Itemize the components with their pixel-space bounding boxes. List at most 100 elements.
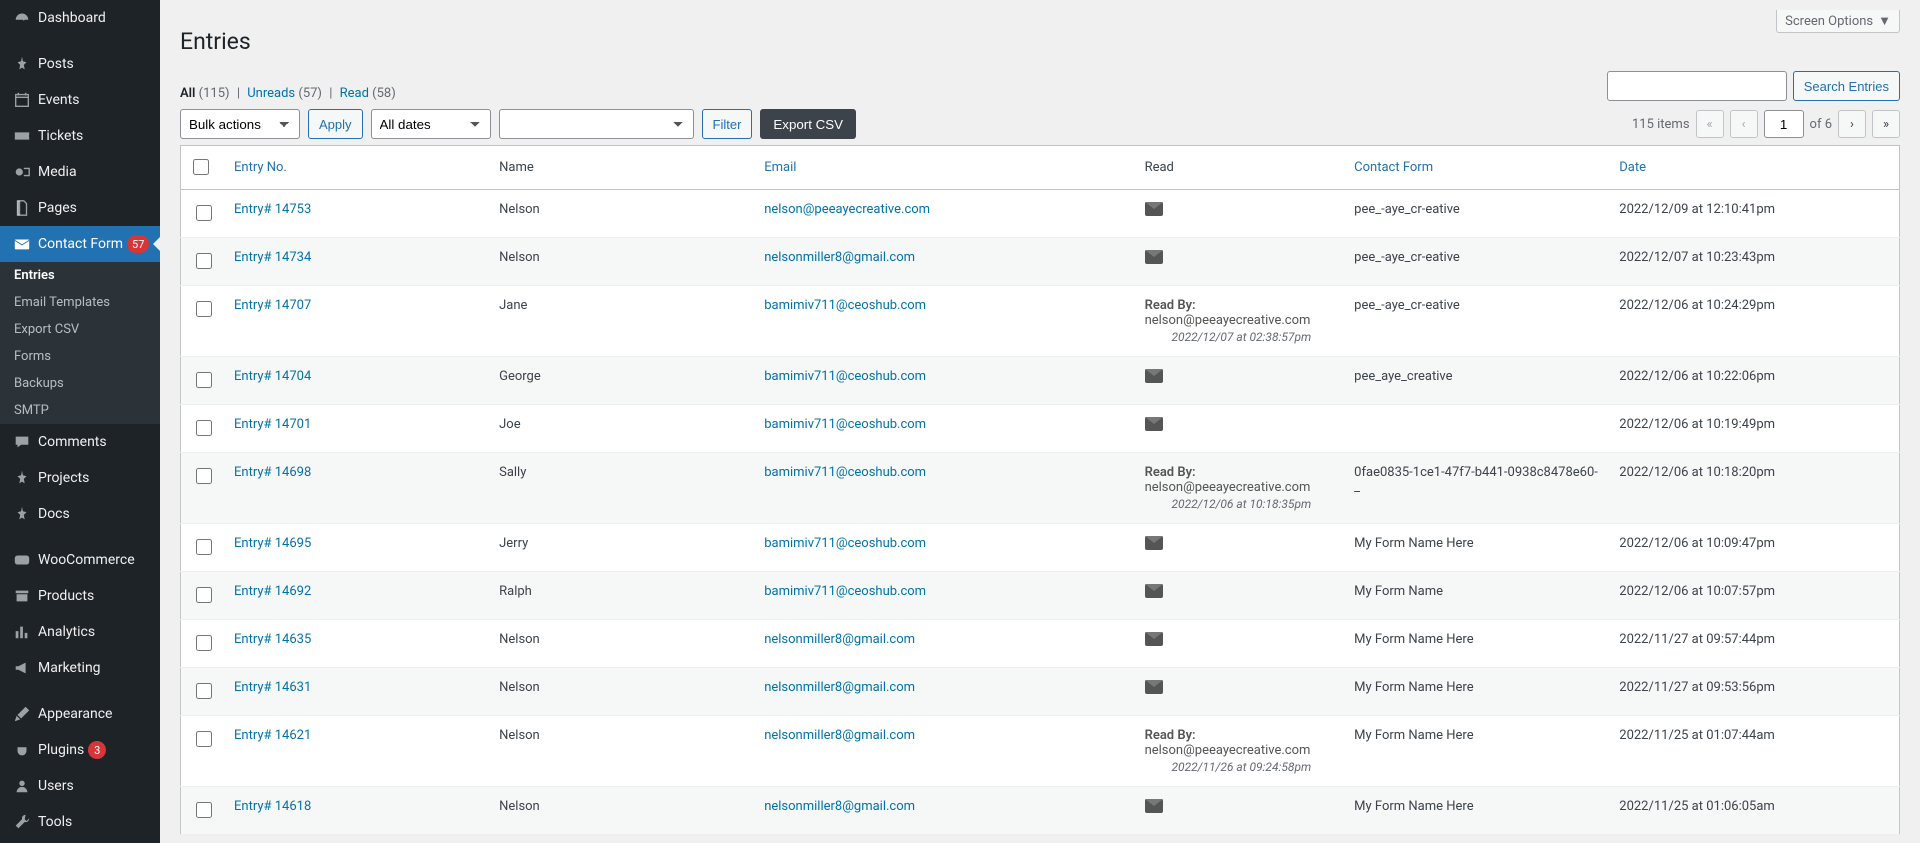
table-row: Entry# 14621Nelsonnelsonmiller8@gmail.co… bbox=[181, 716, 1900, 787]
submenu-item-smtp[interactable]: SMTP bbox=[0, 397, 160, 424]
search-input[interactable] bbox=[1607, 71, 1787, 101]
select-all-checkbox[interactable] bbox=[193, 159, 209, 175]
sidebar-item-projects[interactable]: Projects bbox=[0, 460, 160, 496]
filter-button[interactable]: Filter bbox=[702, 109, 753, 139]
table-row: Entry# 14635Nelsonnelsonmiller8@gmail.co… bbox=[181, 620, 1900, 668]
filter-read[interactable]: Read bbox=[340, 86, 369, 101]
submenu-item-backups[interactable]: Backups bbox=[0, 370, 160, 397]
screen-options-toggle[interactable]: Screen Options ▼ bbox=[1776, 10, 1900, 33]
filter-unreads[interactable]: Unreads bbox=[247, 86, 295, 101]
sidebar-item-docs[interactable]: Docs bbox=[0, 496, 160, 532]
sidebar-item-woocommerce[interactable]: WooCommerce bbox=[0, 542, 160, 578]
sidebar-item-media[interactable]: Media bbox=[0, 154, 160, 190]
entry-name: Nelson bbox=[491, 668, 756, 716]
email-link[interactable]: bamimiv711@ceoshub.com bbox=[764, 584, 926, 599]
row-checkbox[interactable] bbox=[196, 420, 212, 436]
sidebar-item-plugins[interactable]: Plugins3 bbox=[0, 732, 160, 768]
email-link[interactable]: nelsonmiller8@gmail.com bbox=[764, 728, 915, 743]
entry-link[interactable]: Entry# 14698 bbox=[234, 465, 311, 480]
email-link[interactable]: nelson@peeayecreative.com bbox=[764, 202, 930, 217]
row-checkbox[interactable] bbox=[196, 587, 212, 603]
current-page-input[interactable] bbox=[1764, 110, 1804, 138]
last-page-button[interactable]: » bbox=[1872, 110, 1900, 138]
next-page-button[interactable]: › bbox=[1838, 110, 1866, 138]
entry-link[interactable]: Entry# 14692 bbox=[234, 584, 311, 599]
pages-icon bbox=[12, 198, 32, 218]
column-contact-form[interactable]: Contact Form bbox=[1354, 160, 1433, 175]
sidebar-item-tools[interactable]: Tools bbox=[0, 804, 160, 840]
email-link[interactable]: nelsonmiller8@gmail.com bbox=[764, 250, 915, 265]
email-link[interactable]: bamimiv711@ceoshub.com bbox=[764, 298, 926, 313]
sidebar-item-dashboard[interactable]: Dashboard bbox=[0, 0, 160, 36]
row-checkbox[interactable] bbox=[196, 468, 212, 484]
entry-link[interactable]: Entry# 14701 bbox=[234, 417, 311, 432]
row-checkbox[interactable] bbox=[196, 372, 212, 388]
search-box: Search Entries bbox=[1607, 71, 1900, 101]
entry-link[interactable]: Entry# 14707 bbox=[234, 298, 311, 313]
sidebar-item-label: Events bbox=[38, 92, 79, 108]
prev-page-button[interactable]: ‹ bbox=[1730, 110, 1758, 138]
entry-form: pee_aye_creative bbox=[1346, 357, 1611, 405]
sidebar-item-label: Comments bbox=[38, 434, 107, 450]
column-email[interactable]: Email bbox=[764, 160, 796, 175]
row-checkbox[interactable] bbox=[196, 731, 212, 747]
email-link[interactable]: bamimiv711@ceoshub.com bbox=[764, 417, 926, 432]
entry-form: 0fae0835-1ce1-47f7-b441-0938c8478e60-_ bbox=[1346, 453, 1611, 524]
row-checkbox[interactable] bbox=[196, 683, 212, 699]
entry-link[interactable]: Entry# 14635 bbox=[234, 632, 311, 647]
row-checkbox[interactable] bbox=[196, 802, 212, 818]
sidebar-item-analytics[interactable]: Analytics bbox=[0, 614, 160, 650]
entry-form: pee_-aye_cr-eative bbox=[1346, 190, 1611, 238]
form-filter-select[interactable] bbox=[499, 109, 694, 139]
entry-link[interactable]: Entry# 14695 bbox=[234, 536, 311, 551]
entry-date: 2022/12/06 at 10:24:29pm bbox=[1611, 286, 1899, 357]
entry-link[interactable]: Entry# 14621 bbox=[234, 728, 311, 743]
sidebar-item-appearance[interactable]: Appearance bbox=[0, 696, 160, 732]
sidebar-item-marketing[interactable]: Marketing bbox=[0, 650, 160, 686]
sidebar-item-products[interactable]: Products bbox=[0, 578, 160, 614]
sidebar-item-users[interactable]: Users bbox=[0, 768, 160, 804]
appearance-icon bbox=[12, 704, 32, 724]
mail-icon bbox=[1145, 632, 1163, 646]
entry-link[interactable]: Entry# 14734 bbox=[234, 250, 311, 265]
email-link[interactable]: nelsonmiller8@gmail.com bbox=[764, 799, 915, 814]
entry-link[interactable]: Entry# 14753 bbox=[234, 202, 311, 217]
first-page-button[interactable]: « bbox=[1696, 110, 1724, 138]
sidebar-item-contact-form[interactable]: Contact Form57 bbox=[0, 226, 160, 262]
bulk-actions-select[interactable]: Bulk actions bbox=[180, 109, 300, 139]
email-link[interactable]: bamimiv711@ceoshub.com bbox=[764, 536, 926, 551]
filter-all[interactable]: All bbox=[180, 86, 195, 101]
search-entries-button[interactable]: Search Entries bbox=[1793, 71, 1900, 101]
mail-icon bbox=[1145, 202, 1163, 216]
column-entry-no[interactable]: Entry No. bbox=[234, 160, 287, 175]
table-row: Entry# 14695Jerrybamimiv711@ceoshub.comM… bbox=[181, 524, 1900, 572]
email-link[interactable]: bamimiv711@ceoshub.com bbox=[764, 465, 926, 480]
submenu-item-entries[interactable]: Entries bbox=[0, 262, 160, 289]
email-link[interactable]: nelsonmiller8@gmail.com bbox=[764, 680, 915, 695]
row-checkbox[interactable] bbox=[196, 635, 212, 651]
sidebar-item-label: Marketing bbox=[38, 660, 101, 676]
filter-unreads-count: (57) bbox=[298, 86, 322, 101]
email-link[interactable]: bamimiv711@ceoshub.com bbox=[764, 369, 926, 384]
submenu-item-forms[interactable]: Forms bbox=[0, 343, 160, 370]
sidebar-item-events[interactable]: Events bbox=[0, 82, 160, 118]
sidebar-item-tickets[interactable]: Tickets bbox=[0, 118, 160, 154]
column-date[interactable]: Date bbox=[1619, 160, 1646, 175]
date-filter-select[interactable]: All dates bbox=[371, 109, 491, 139]
row-checkbox[interactable] bbox=[196, 205, 212, 221]
export-csv-button[interactable]: Export CSV bbox=[760, 109, 856, 139]
sidebar-item-label: Tools bbox=[38, 814, 72, 830]
row-checkbox[interactable] bbox=[196, 301, 212, 317]
entry-link[interactable]: Entry# 14618 bbox=[234, 799, 311, 814]
apply-button[interactable]: Apply bbox=[308, 109, 363, 139]
row-checkbox[interactable] bbox=[196, 253, 212, 269]
submenu-item-export-csv[interactable]: Export CSV bbox=[0, 316, 160, 343]
sidebar-item-pages[interactable]: Pages bbox=[0, 190, 160, 226]
sidebar-item-comments[interactable]: Comments bbox=[0, 424, 160, 460]
sidebar-item-posts[interactable]: Posts bbox=[0, 46, 160, 82]
email-link[interactable]: nelsonmiller8@gmail.com bbox=[764, 632, 915, 647]
row-checkbox[interactable] bbox=[196, 539, 212, 555]
entry-link[interactable]: Entry# 14631 bbox=[234, 680, 311, 695]
entry-link[interactable]: Entry# 14704 bbox=[234, 369, 311, 384]
submenu-item-email-templates[interactable]: Email Templates bbox=[0, 289, 160, 316]
